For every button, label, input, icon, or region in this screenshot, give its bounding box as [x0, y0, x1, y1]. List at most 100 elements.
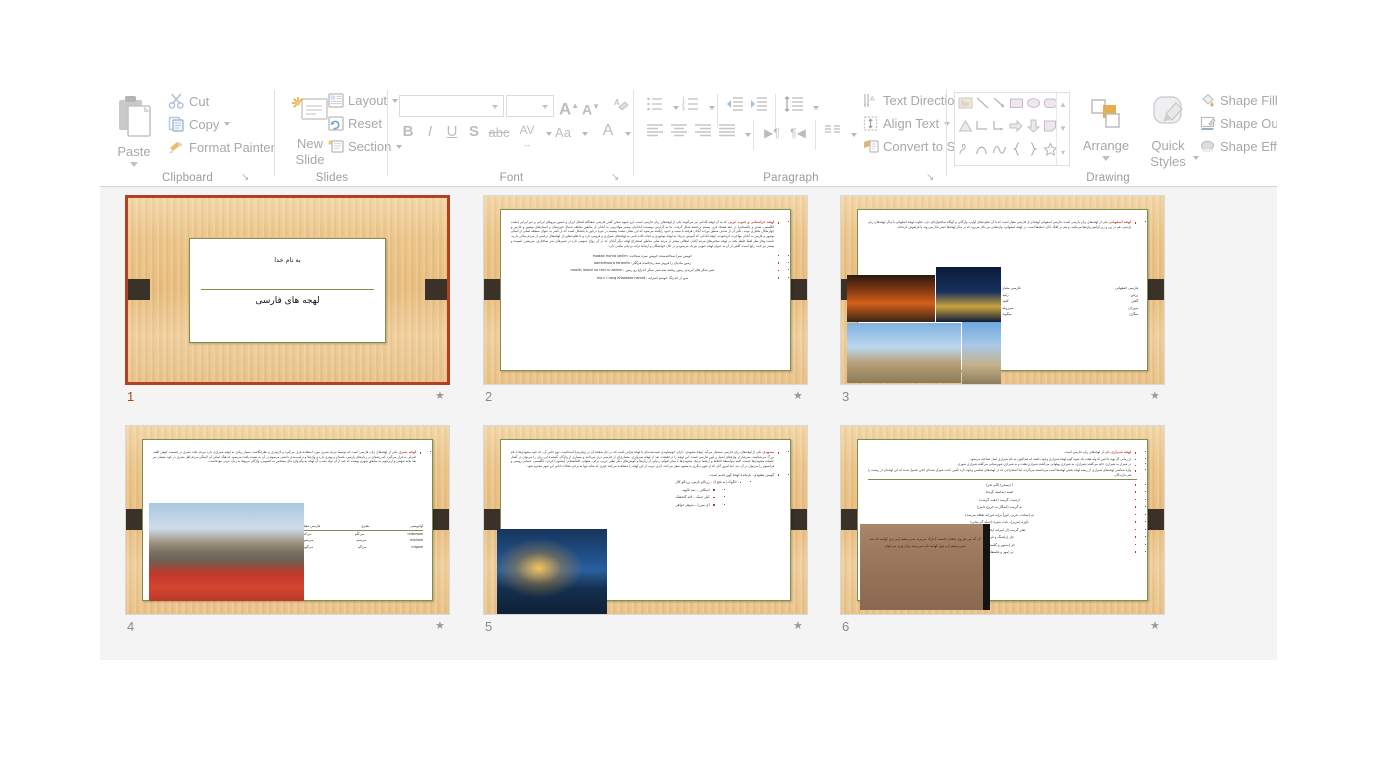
- bold-button[interactable]: B: [399, 122, 417, 142]
- slide-number-1: 1: [127, 389, 135, 404]
- shapes-scrollbar[interactable]: ▲ ▼ ▾: [1056, 93, 1069, 165]
- text-box-shape-icon[interactable]: [958, 96, 973, 115]
- columns-button[interactable]: [823, 123, 843, 143]
- chevron-down-icon[interactable]: [492, 105, 498, 109]
- arrange-dropdown-caret[interactable]: [1102, 156, 1110, 161]
- animation-star-icon-3[interactable]: ★: [1150, 389, 1160, 402]
- increase-indent-button[interactable]: [749, 96, 769, 118]
- slide-canvas-5[interactable]: مشهدی یکی از لهجه‌های زبان فارسی بەشمار …: [483, 425, 808, 615]
- line-spacing-button[interactable]: [783, 96, 805, 118]
- down-arrow-shape-icon[interactable]: [1026, 119, 1041, 138]
- slide-thumbnail-1[interactable]: به نام خدا لهجه های فارسی 1 ★: [125, 195, 455, 407]
- decrease-font-size-button[interactable]: A▼: [581, 97, 601, 120]
- animation-star-icon-1[interactable]: ★: [435, 389, 445, 402]
- oval-shape-icon[interactable]: [1026, 96, 1041, 115]
- font-dialog-launcher[interactable]: ↘: [611, 172, 622, 183]
- slide-canvas-3[interactable]: لهجه اصفهانی یکی از لهجه‌های زبان پارسی …: [840, 195, 1165, 385]
- slide5-heading: مشهدی: [761, 449, 775, 454]
- align-text-button[interactable]: Align Text: [863, 116, 951, 131]
- bullets-button[interactable]: [645, 96, 665, 118]
- cut-button[interactable]: Cut: [168, 93, 209, 109]
- shapes-more-button[interactable]: ▾: [1057, 141, 1069, 164]
- reset-button[interactable]: Reset: [328, 116, 382, 131]
- font-size-combo[interactable]: [506, 95, 554, 117]
- bullets-caret[interactable]: [673, 106, 679, 110]
- character-spacing-button[interactable]: AV ↔: [515, 120, 539, 154]
- line-spacing-caret[interactable]: [813, 106, 819, 110]
- slide-canvas-6[interactable]: لهجه شیرازی یکی از لهجه‌های زبان فارسی ا…: [840, 425, 1165, 615]
- format-painter-button[interactable]: Format Painter: [168, 139, 275, 155]
- paste-dropdown-caret[interactable]: [130, 162, 138, 167]
- quick-styles-caret[interactable]: [1193, 156, 1199, 160]
- slide-canvas-1[interactable]: به نام خدا لهجه های فارسی: [125, 195, 450, 385]
- arc-shape-icon[interactable]: [975, 142, 990, 161]
- underline-button[interactable]: U: [443, 122, 461, 142]
- numbering-caret[interactable]: [709, 106, 715, 110]
- font-color-button[interactable]: A: [599, 121, 617, 141]
- text-shadow-button[interactable]: S: [465, 122, 483, 142]
- slide-canvas-2[interactable]: لهجه خراستانی و جنوب غربی که به آن لهجه …: [483, 195, 808, 385]
- shapes-scroll-down-button[interactable]: ▼: [1057, 117, 1069, 140]
- font-color-caret[interactable]: [625, 132, 631, 136]
- slide4-paragraph-text: یکی از لهجه‌های زبان فارسی است که توسط م…: [152, 449, 417, 464]
- copy-dropdown-caret[interactable]: [224, 122, 231, 126]
- animation-star-icon-2[interactable]: ★: [793, 389, 803, 402]
- shapes-scroll-up-button[interactable]: ▲: [1057, 93, 1069, 116]
- shape-outline-button[interactable]: Shape Outlir: [1200, 116, 1277, 131]
- justify-button[interactable]: [717, 123, 737, 143]
- clipboard-dialog-launcher[interactable]: ↘: [241, 172, 252, 183]
- line-shape-icon[interactable]: [975, 96, 990, 115]
- elbow-arrow-connector-icon[interactable]: [992, 119, 1007, 138]
- paste-button[interactable]: Paste: [108, 90, 160, 174]
- slide-thumbnail-2[interactable]: لهجه خراستانی و جنوب غربی که به آن لهجه …: [483, 195, 813, 407]
- arrow-shape-icon[interactable]: [992, 96, 1007, 115]
- animation-star-icon-5[interactable]: ★: [793, 619, 803, 632]
- shape-effects-button[interactable]: Shape Effect: [1200, 139, 1277, 154]
- right-arrow-shape-icon[interactable]: [1009, 119, 1024, 138]
- increase-font-size-button[interactable]: A▲: [559, 96, 579, 120]
- ltr-direction-button[interactable]: ▶¶: [761, 123, 783, 143]
- align-center-button[interactable]: [669, 123, 689, 143]
- align-left-button[interactable]: [645, 123, 665, 143]
- strikethrough-button[interactable]: abc: [487, 123, 511, 143]
- italic-button[interactable]: I: [421, 122, 439, 142]
- right-brace-shape-icon[interactable]: [1026, 142, 1041, 161]
- clear-formatting-button[interactable]: A: [611, 96, 631, 120]
- slide-thumbnail-5[interactable]: مشهدی یکی از لهجه‌های زبان فارسی بەشمار …: [483, 425, 813, 637]
- ribbon-group-font: A▲ A▼ A B I U S abc AV ↔ Aa A Font ↘: [389, 86, 634, 186]
- left-brace-shape-icon[interactable]: [1009, 142, 1024, 161]
- shape-fill-button[interactable]: Shape Fill: [1200, 93, 1277, 108]
- elbow-connector-icon[interactable]: [975, 119, 990, 138]
- change-case-button[interactable]: Aa: [551, 123, 575, 143]
- numbering-button[interactable]: 1 2 3: [681, 96, 701, 118]
- shapes-gallery[interactable]: ▲ ▼ ▾: [954, 92, 1070, 166]
- animation-star-icon-6[interactable]: ★: [1150, 619, 1160, 632]
- animation-star-icon-4[interactable]: ★: [435, 619, 445, 632]
- paragraph-dialog-launcher[interactable]: ↘: [926, 172, 937, 183]
- font-family-combo[interactable]: [399, 95, 504, 117]
- align-right-button[interactable]: [693, 123, 713, 143]
- rectangle-shape-icon[interactable]: [1009, 96, 1024, 115]
- arrange-button-wrap[interactable]: Arrange: [1078, 86, 1138, 186]
- slide-thumbnail-3[interactable]: لهجه اصفهانی یکی از لهجه‌های زبان پارسی …: [840, 195, 1170, 407]
- slide-thumbnail-6[interactable]: لهجه شیرازی یکی از لهجه‌های زبان فارسی ا…: [840, 425, 1170, 637]
- decrease-indent-button[interactable]: [725, 96, 745, 118]
- triangle-shape-icon[interactable]: [958, 119, 973, 138]
- slide-number-5: 5: [485, 619, 493, 634]
- quick-styles-button[interactable]: Quick Styles: [1142, 90, 1194, 176]
- rtl-direction-button[interactable]: ¶◀: [787, 123, 809, 143]
- quick-styles-wrap[interactable]: Quick Styles: [1142, 86, 1200, 186]
- arrange-button[interactable]: Arrange: [1078, 90, 1134, 174]
- slide-sorter-pane[interactable]: به نام خدا لهجه های فارسی 1 ★ • لهجه خرا…: [100, 187, 1277, 660]
- copy-button[interactable]: Copy: [168, 116, 231, 132]
- slide1-line1: به نام خدا: [274, 255, 301, 264]
- slide-number-2: 2: [485, 389, 493, 404]
- columns-caret[interactable]: [851, 133, 857, 137]
- chevron-down-icon[interactable]: [542, 105, 548, 109]
- curve-shape-icon[interactable]: [992, 142, 1007, 161]
- slide-thumbnail-4[interactable]: لهجه بشری یکی از لهجه‌های زبان فارسی است…: [125, 425, 455, 637]
- slide-canvas-4[interactable]: لهجه بشری یکی از لهجه‌های زبان فارسی است…: [125, 425, 450, 615]
- change-case-caret[interactable]: [582, 132, 588, 136]
- justify-caret[interactable]: [745, 133, 751, 137]
- scribble-shape-icon[interactable]: [958, 142, 973, 161]
